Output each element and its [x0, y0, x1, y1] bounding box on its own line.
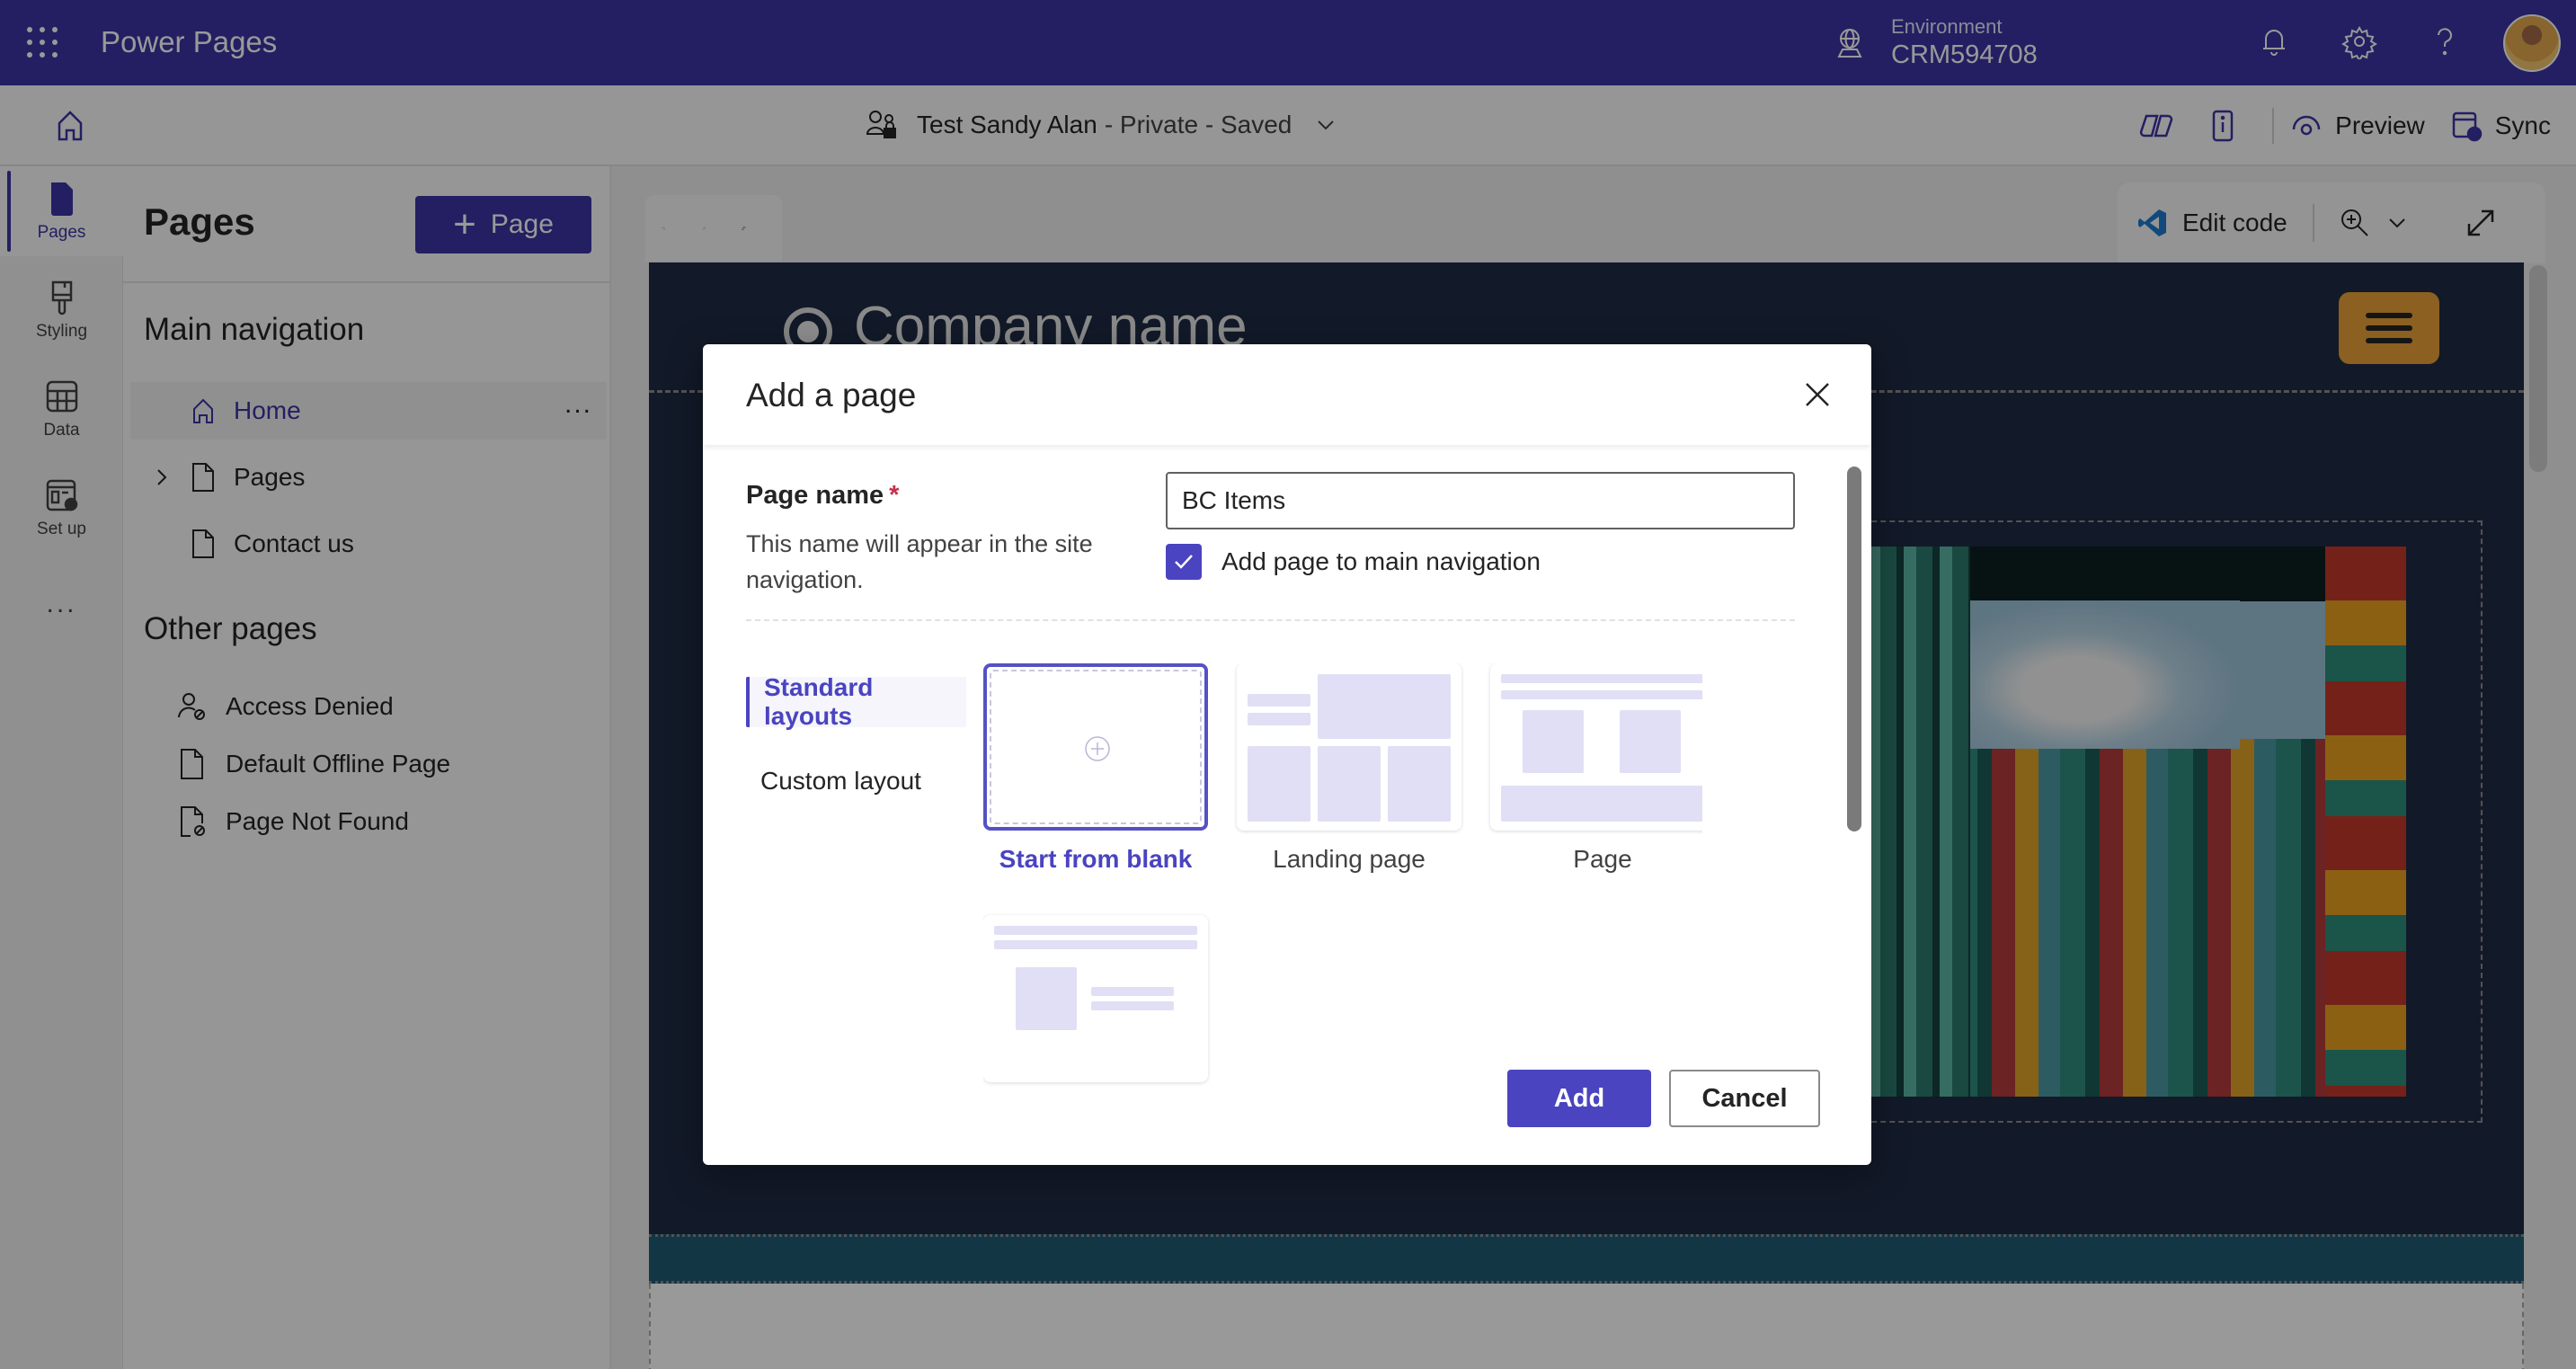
layout-tabs: Standard layouts Custom layout [746, 673, 966, 835]
layout-card-start-from-blank[interactable] [983, 663, 1208, 831]
add-to-navigation-checkbox[interactable]: Add page to main navigation [1166, 544, 1541, 580]
checkbox-checked[interactable] [1166, 544, 1202, 580]
tab-standard-layouts[interactable]: Standard layouts [746, 673, 966, 730]
layout-label: Start from blank [999, 845, 1193, 873]
layout-block [1091, 987, 1174, 996]
layout-block [1248, 713, 1310, 725]
layout-block [1248, 694, 1310, 707]
layout-block [1248, 746, 1310, 822]
checkbox-label: Add page to main navigation [1221, 547, 1541, 575]
close-icon[interactable] [1801, 378, 1834, 411]
layout-card-sidebar[interactable] [983, 915, 1208, 1082]
page-name-label-text: Page name [746, 481, 884, 510]
layout-card-page[interactable] [1490, 663, 1702, 831]
layout-block [994, 940, 1197, 949]
tab-custom-layout[interactable]: Custom layout [746, 756, 966, 806]
layout-block [1501, 786, 1702, 822]
add-button[interactable]: Add [1507, 1070, 1651, 1127]
layout-block [1388, 746, 1451, 822]
dialog-scrollbar[interactable] [1847, 467, 1861, 831]
layout-block [1620, 710, 1681, 773]
layout-card-landing-page[interactable] [1237, 663, 1461, 831]
layout-block [1016, 967, 1077, 1030]
page-name-input[interactable] [1166, 472, 1795, 529]
layout-block [994, 926, 1197, 935]
layout-block [1523, 710, 1584, 773]
layout-label: Page [1573, 845, 1632, 873]
layout-block [1318, 746, 1381, 822]
required-marker: * [889, 481, 900, 510]
checkmark-icon [1175, 555, 1193, 569]
add-page-dialog: Add a page Page name * This name will app… [703, 344, 1871, 1165]
page-name-help: This name will appear in the site naviga… [746, 530, 1093, 593]
power-pages-app: Power Pages Environment CRM594708 Test S… [0, 0, 2576, 1369]
dialog-title: Add a page [746, 377, 917, 413]
layout-gallery: Start from blank Landing page Page [983, 663, 1702, 1104]
layout-block [1091, 1001, 1174, 1010]
add-circle-icon [1085, 736, 1110, 761]
layout-block [1318, 674, 1451, 739]
layout-label: Landing page [1273, 845, 1426, 873]
divider [746, 619, 1795, 621]
dialog-header: Add a page [703, 344, 1871, 445]
layout-block [1501, 674, 1702, 683]
cancel-button[interactable]: Cancel [1669, 1070, 1820, 1127]
layout-block [1501, 690, 1702, 699]
page-name-label: Page name * [746, 481, 899, 511]
